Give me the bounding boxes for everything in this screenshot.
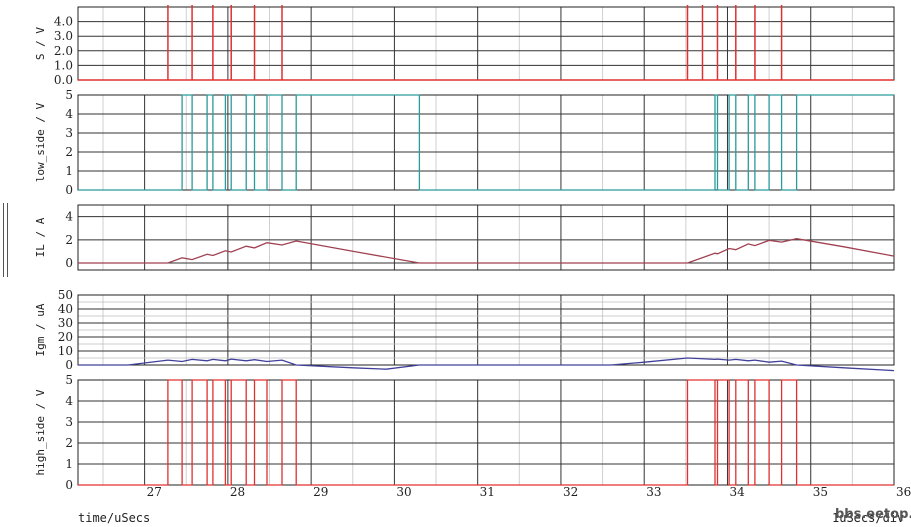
waveform-plot: 0.01.02.03.04.0S / V012345low_side / V02…	[34, 5, 911, 499]
y-tick-label: 20	[58, 330, 73, 344]
y-tick-label: 30	[58, 316, 73, 330]
y-tick-label: 3.0	[54, 29, 73, 43]
series-line	[78, 379, 894, 486]
x-tick-label: 36	[896, 485, 911, 499]
y-tick-label: 4	[65, 210, 73, 224]
y-tick-label: 5	[65, 88, 73, 102]
y-tick-label: 40	[58, 302, 73, 316]
series-line	[78, 238, 895, 264]
y-tick-label: 0	[65, 478, 73, 492]
y-tick-label: 4	[65, 394, 73, 408]
x-tick-label: 27	[147, 485, 162, 499]
y-axis-label: IL / A	[34, 217, 47, 257]
x-axis-label: time/uSecs	[78, 511, 151, 525]
window-edge-mark	[3, 203, 4, 277]
y-tick-label: 2	[65, 436, 73, 450]
y-tick-label: 1	[65, 164, 73, 178]
y-axis-label: Igm / uA	[34, 303, 47, 356]
panel-frame	[77, 379, 895, 486]
series-line	[78, 94, 894, 191]
x-tick-label: 35	[813, 485, 828, 499]
window-edge-mark	[7, 203, 8, 277]
series-line	[78, 357, 895, 372]
y-tick-label: 5	[65, 373, 73, 387]
y-tick-label: 3	[65, 126, 73, 140]
x-tick-label: 30	[396, 485, 411, 499]
y-tick-label: 0.0	[54, 73, 73, 87]
x-tick-label: 33	[646, 485, 661, 499]
y-tick-label: 2.0	[54, 44, 73, 58]
y-tick-label: 0	[65, 183, 73, 197]
panel-frame	[77, 6, 895, 81]
watermark: bbs.eetop.cn	[835, 507, 911, 522]
y-tick-label: 4	[65, 107, 73, 121]
y-tick-label: 2	[65, 145, 73, 159]
y-tick-label: 4.0	[54, 15, 73, 29]
y-axis-label: S / V	[34, 27, 47, 60]
x-tick-label: 31	[480, 485, 495, 499]
y-tick-label: 3	[65, 415, 73, 429]
panel-frame	[77, 204, 895, 271]
y-axis-label: low_side / V	[34, 102, 47, 182]
y-tick-label: 0	[65, 256, 73, 270]
x-tick-label: 34	[729, 485, 745, 499]
y-tick-label: 0	[65, 358, 73, 372]
y-tick-label: 2	[65, 233, 73, 247]
y-tick-label: 10	[58, 344, 73, 358]
x-tick-label: 29	[313, 485, 328, 499]
y-tick-label: 1	[65, 457, 73, 471]
x-tick-label: 28	[230, 485, 245, 499]
y-tick-label: 1.0	[54, 58, 73, 72]
y-axis-label: high_side / V	[34, 389, 47, 475]
y-tick-label: 50	[58, 288, 73, 302]
panel-frame	[77, 94, 895, 191]
x-tick-label: 32	[563, 485, 578, 499]
